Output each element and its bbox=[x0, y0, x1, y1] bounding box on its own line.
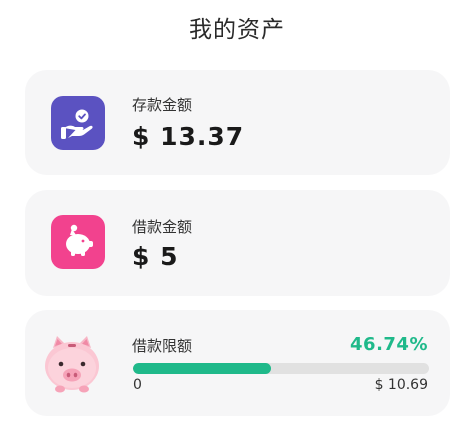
page-title: 我的资产 bbox=[189, 17, 285, 43]
loan-limit-min: 0 bbox=[133, 377, 142, 393]
loan-label: 借款金额 bbox=[132, 218, 193, 236]
piggy-bank-icon bbox=[51, 215, 105, 269]
loan-limit-card[interactable]: 借款限额 46.74% 0 $ 10.69 bbox=[25, 310, 450, 416]
pig-illustration-icon bbox=[39, 330, 105, 396]
loan-limit-percent: 46.74% bbox=[350, 334, 428, 355]
deposit-card[interactable]: 存款金额 $ 13.37 bbox=[25, 70, 450, 175]
loan-card[interactable]: 借款金额 $ 5 bbox=[25, 190, 450, 296]
deposit-amount: $ 13.37 bbox=[132, 122, 245, 151]
loan-limit-progress-bar bbox=[133, 363, 429, 374]
hand-coin-icon bbox=[51, 96, 105, 150]
loan-limit-max: $ 10.69 bbox=[374, 377, 428, 393]
loan-limit-progress-fill bbox=[133, 363, 272, 374]
deposit-label: 存款金额 bbox=[132, 96, 193, 114]
loan-amount: $ 5 bbox=[132, 242, 179, 271]
assets-page: 我的资产 存款金额 $ 13.37 借款金额 $ 5 借款限额 46.74% 0… bbox=[0, 0, 474, 424]
loan-limit-label: 借款限额 bbox=[132, 337, 193, 355]
